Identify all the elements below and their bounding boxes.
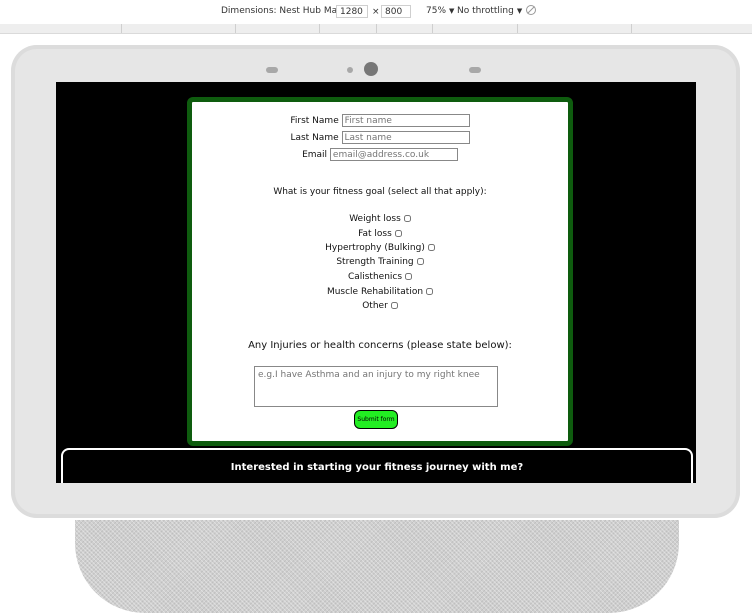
- goal-checkbox-strength-training[interactable]: [416, 258, 424, 265]
- goal-option: Hypertrophy (Bulking): [192, 243, 568, 253]
- goal-option: Weight loss: [192, 214, 568, 224]
- width-input[interactable]: 1280: [336, 5, 368, 18]
- fabric-stand: [75, 520, 679, 613]
- rotate-icon[interactable]: [525, 4, 537, 19]
- dimensions-dropdown[interactable]: Dimensions: Nest Hub Max▼: [221, 6, 351, 16]
- first-name-label: First Name: [290, 116, 339, 126]
- chevron-down-icon: ▼: [516, 7, 523, 15]
- goal-label: Weight loss: [349, 214, 401, 224]
- camera-dot: [347, 67, 353, 73]
- goal-option: Calisthenics: [192, 272, 568, 282]
- goal-option: Fat loss: [192, 229, 568, 239]
- goal-option: Other: [192, 301, 568, 311]
- goal-checkbox-fat-loss[interactable]: [394, 230, 402, 237]
- injuries-textarea[interactable]: [254, 366, 498, 407]
- email-label: Email: [302, 150, 328, 160]
- throttle-label: No throttling: [457, 6, 514, 16]
- goal-checkbox-calisthenics[interactable]: [405, 273, 413, 280]
- first-name-input[interactable]: [341, 114, 470, 127]
- media-query-ruler: [0, 24, 752, 34]
- goal-checkbox-other[interactable]: [390, 302, 398, 309]
- goal-option: Strength Training: [192, 257, 568, 267]
- goal-question: What is your fitness goal (select all th…: [273, 187, 487, 197]
- times-sign: ×: [372, 7, 380, 17]
- goal-label: Hypertrophy (Bulking): [325, 243, 425, 253]
- email-input[interactable]: [329, 148, 458, 161]
- cta-text: Interested in starting your fitness jour…: [230, 462, 524, 473]
- goal-label: Muscle Rehabilitation: [326, 287, 424, 297]
- goal-label: Strength Training: [336, 257, 414, 267]
- throttle-dropdown[interactable]: No throttling ▼: [457, 6, 522, 16]
- zoom-dropdown[interactable]: 75% ▼: [426, 6, 454, 16]
- submit-button[interactable]: Submit form: [354, 410, 398, 429]
- zoom-label: 75%: [426, 6, 447, 16]
- sensor-left: [266, 67, 278, 73]
- goal-checkbox-hypertrophy[interactable]: [427, 244, 435, 251]
- device-toolbar: Dimensions: Nest Hub Max▼ 1280 × 800 75%…: [0, 0, 752, 25]
- injuries-question: Any Injuries or health concerns (please …: [248, 340, 512, 351]
- goal-checkbox-weight-loss[interactable]: [403, 215, 411, 222]
- goal-label: Other: [362, 301, 388, 311]
- dimensions-label: Dimensions: Nest Hub Max: [221, 6, 343, 16]
- first-name-row: First Name: [192, 114, 568, 127]
- sensor-right: [469, 67, 481, 73]
- cta-panel: Interested in starting your fitness jour…: [61, 448, 693, 483]
- goal-label: Calisthenics: [347, 272, 403, 282]
- camera-icon: [364, 62, 378, 76]
- last-name-input[interactable]: [341, 131, 470, 144]
- email-row: Email: [192, 148, 568, 161]
- last-name-label: Last Name: [290, 133, 339, 143]
- device-screen: First Name Last Name Email What is your …: [56, 82, 696, 483]
- last-name-row: Last Name: [192, 131, 568, 144]
- height-input[interactable]: 800: [381, 5, 411, 18]
- goal-option: Muscle Rehabilitation: [192, 287, 568, 297]
- fitness-form: First Name Last Name Email What is your …: [187, 97, 573, 446]
- goal-label: Fat loss: [358, 229, 392, 239]
- chevron-down-icon: ▼: [449, 7, 455, 15]
- goal-checkbox-muscle-rehabilitation[interactable]: [426, 288, 434, 295]
